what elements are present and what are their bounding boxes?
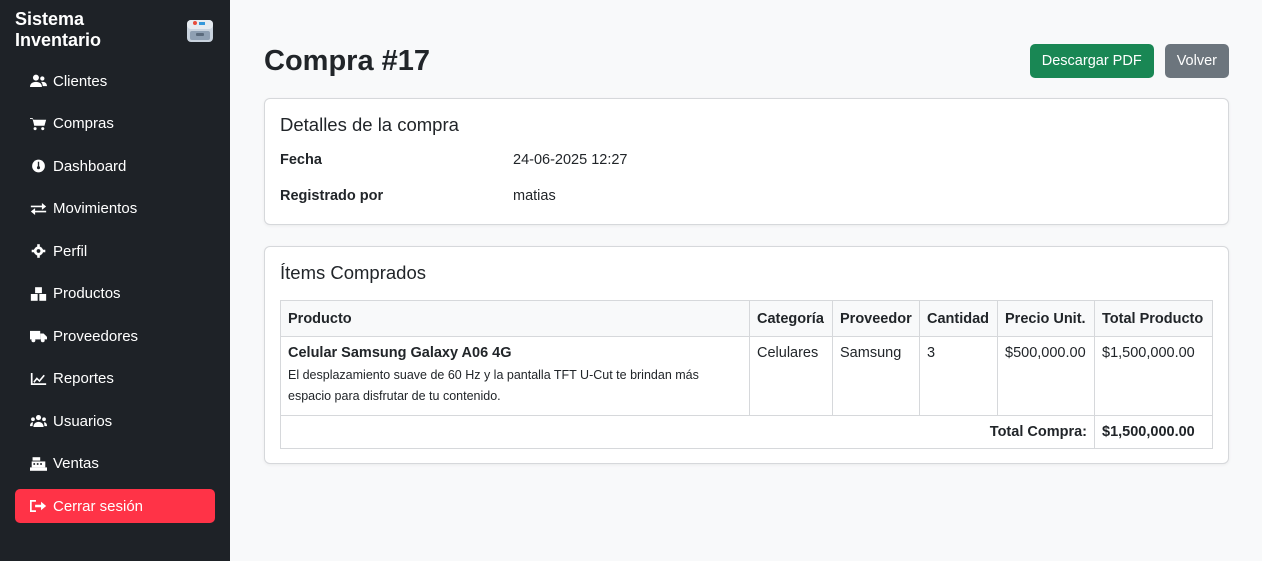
column-header: Precio Unit. (997, 300, 1095, 337)
sidebar-item-label: Ventas (53, 455, 99, 472)
items-title: Ítems Comprados (280, 262, 426, 283)
total-label: Total Compra: (280, 415, 1095, 449)
fecha-label: Fecha (280, 152, 322, 168)
total-value: $1,500,000.00 (1094, 415, 1213, 449)
brand-title: Sistema Inventario (15, 9, 102, 50)
purchased-items-card: Ítems Comprados Producto Categoría Prove… (264, 246, 1229, 464)
sidebar-item-productos[interactable]: Productos (15, 277, 215, 311)
sidebar-item-label: Productos (53, 285, 121, 302)
page-title: Compra #17 (264, 44, 431, 77)
registrado-value: matias (513, 188, 556, 204)
sidebar-item-usuarios[interactable]: Usuarios (15, 404, 215, 438)
page-header: Compra #17 Descargar PDF Volver (264, 36, 1229, 86)
archive-box-icon (187, 20, 214, 42)
unit-price-cell: $500,000.00 (997, 336, 1095, 416)
column-header: Total Producto (1094, 300, 1213, 337)
sidebar-item-label: Reportes (53, 370, 114, 387)
registrado-label: Registrado por (280, 188, 384, 204)
gear-icon (28, 243, 48, 259)
sidebar-item-label: Perfil (53, 242, 88, 260)
chart-line-icon (28, 371, 48, 387)
quantity-cell: 3 (919, 336, 998, 416)
product-cell: Celular Samsung Galaxy A06 4G El desplaz… (280, 336, 750, 416)
cart-icon (28, 116, 48, 132)
logout-button[interactable]: Cerrar sesión (15, 489, 215, 523)
sidebar-item-compras[interactable]: Compras (15, 107, 215, 141)
column-header: Producto (280, 300, 750, 337)
product-name: Celular Samsung Galaxy A06 4G (288, 345, 512, 361)
sidebar-item-label: Dashboard (53, 157, 127, 175)
logout-label: Cerrar sesión (53, 497, 144, 515)
boxes-icon (28, 286, 48, 302)
header-actions: Descargar PDF Volver (1029, 44, 1229, 78)
gauge-icon (28, 158, 48, 174)
sidebar-item-reportes[interactable]: Reportes (15, 362, 215, 396)
back-button[interactable]: Volver (1164, 44, 1229, 78)
sidebar-item-label: Proveedores (53, 327, 139, 345)
table-row: Celular Samsung Galaxy A06 4G El desplaz… (280, 336, 1213, 416)
items-table: Producto Categoría Proveedor Cantidad Pr… (280, 300, 1213, 449)
category-cell: Celulares (749, 336, 833, 416)
detail-row-registrado: Registrado por matias (280, 188, 1213, 210)
sidebar-item-movimientos[interactable]: Movimientos (15, 192, 215, 226)
exchange-icon (28, 201, 48, 217)
sidebar-item-label: Usuarios (53, 412, 113, 430)
detail-row-fecha: Fecha 24-06-2025 12:27 (280, 152, 1213, 188)
sign-out-icon (28, 498, 48, 514)
truck-icon (28, 328, 48, 344)
sidebar-item-perfil[interactable]: Perfil (15, 234, 215, 268)
purchase-details-card: Detalles de la compra Fecha 24-06-2025 1… (264, 98, 1229, 225)
product-description: El desplazamiento suave de 60 Hz y la pa… (288, 368, 699, 403)
fecha-value: 24-06-2025 12:27 (513, 152, 628, 168)
column-header: Cantidad (919, 300, 998, 337)
column-header: Proveedor (832, 300, 920, 337)
main-content: Compra #17 Descargar PDF Volver Detalles… (230, 0, 1262, 561)
details-title: Detalles de la compra (280, 114, 459, 135)
cash-register-icon (28, 456, 48, 472)
table-header-row: Producto Categoría Proveedor Cantidad Pr… (280, 300, 1213, 337)
column-header: Categoría (749, 300, 833, 337)
sidebar-item-clientes[interactable]: Clientes (15, 64, 215, 98)
sidebar-item-proveedores[interactable]: Proveedores (15, 319, 215, 353)
sidebar: Sistema Inventario Clientes Compras Dash… (0, 0, 230, 561)
sidebar-item-ventas[interactable]: Ventas (15, 447, 215, 481)
download-pdf-button[interactable]: Descargar PDF (1029, 44, 1154, 78)
users-icon (28, 73, 48, 89)
users-group-icon (28, 413, 48, 429)
total-row: Total Compra: $1,500,000.00 (280, 415, 1213, 449)
sidebar-item-label: Movimientos (53, 200, 138, 217)
sidebar-item-label: Compras (53, 115, 114, 132)
sidebar-item-label: Clientes (53, 72, 108, 90)
supplier-cell: Samsung (832, 336, 920, 416)
total-product-cell: $1,500,000.00 (1094, 336, 1213, 416)
brand: Sistema Inventario (15, 9, 215, 50)
sidebar-item-dashboard[interactable]: Dashboard (15, 149, 215, 183)
